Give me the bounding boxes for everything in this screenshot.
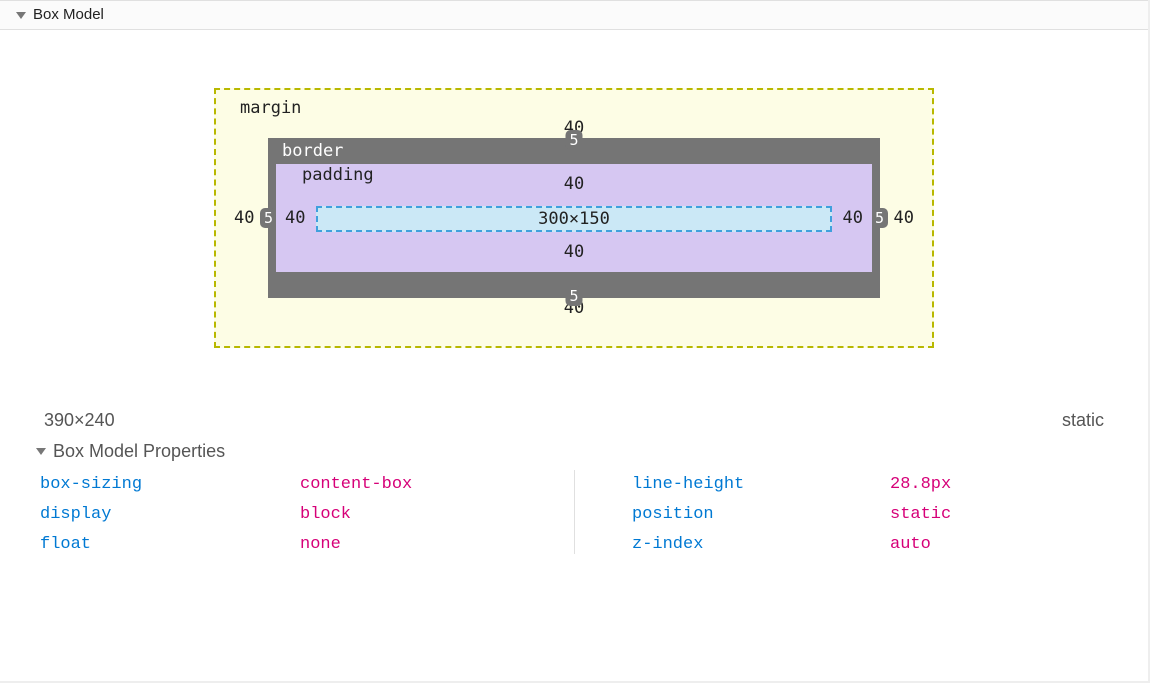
box-model-diagram: margin 40 40 40 40 border 5 5 5 5 paddin…	[214, 88, 934, 348]
total-size: 390×240	[44, 410, 115, 431]
box-model-properties-title: Box Model Properties	[53, 441, 225, 462]
property-value[interactable]: none	[300, 530, 341, 560]
padding-bottom-value[interactable]: 40	[564, 242, 584, 262]
property-row: float none	[40, 530, 564, 560]
column-divider	[574, 470, 575, 554]
property-row: display block	[40, 500, 564, 530]
property-row: position static	[574, 500, 1098, 530]
box-model-properties-header[interactable]: Box Model Properties	[40, 441, 1108, 462]
margin-left-value[interactable]: 40	[234, 208, 254, 228]
padding-right-value[interactable]: 40	[843, 208, 863, 228]
border-label: border	[282, 141, 343, 161]
margin-label: margin	[240, 98, 301, 118]
box-model-section-header[interactable]: Box Model	[0, 0, 1148, 30]
margin-right-value[interactable]: 40	[894, 208, 914, 228]
padding-top-value[interactable]: 40	[564, 174, 584, 194]
border-left-value[interactable]: 5	[260, 208, 277, 228]
properties-table: box-sizing content-box display block flo…	[40, 470, 1108, 560]
property-name[interactable]: display	[40, 500, 300, 530]
chevron-down-icon	[36, 448, 46, 455]
padding-label: padding	[302, 165, 374, 185]
property-name[interactable]: z-index	[632, 530, 890, 560]
property-value[interactable]: block	[300, 500, 351, 530]
property-name[interactable]: line-height	[632, 470, 890, 500]
content-layer[interactable]: 300×150	[316, 206, 832, 232]
chevron-down-icon	[16, 12, 26, 19]
property-value[interactable]: static	[890, 500, 951, 530]
property-value[interactable]: content-box	[300, 470, 412, 500]
border-top-value[interactable]: 5	[565, 130, 582, 150]
box-model-title: Box Model	[33, 1, 104, 29]
property-value[interactable]: 28.8px	[890, 470, 951, 500]
padding-left-value[interactable]: 40	[285, 208, 305, 228]
property-name[interactable]: box-sizing	[40, 470, 300, 500]
border-bottom-value[interactable]: 5	[565, 286, 582, 306]
content-size: 300×150	[538, 209, 610, 229]
property-row: line-height 28.8px	[574, 470, 1098, 500]
border-right-value[interactable]: 5	[871, 208, 888, 228]
property-row: box-sizing content-box	[40, 470, 564, 500]
property-row: z-index auto	[574, 530, 1098, 560]
property-value[interactable]: auto	[890, 530, 931, 560]
position-mode: static	[1062, 410, 1104, 431]
property-name[interactable]: position	[632, 500, 890, 530]
property-name[interactable]: float	[40, 530, 300, 560]
